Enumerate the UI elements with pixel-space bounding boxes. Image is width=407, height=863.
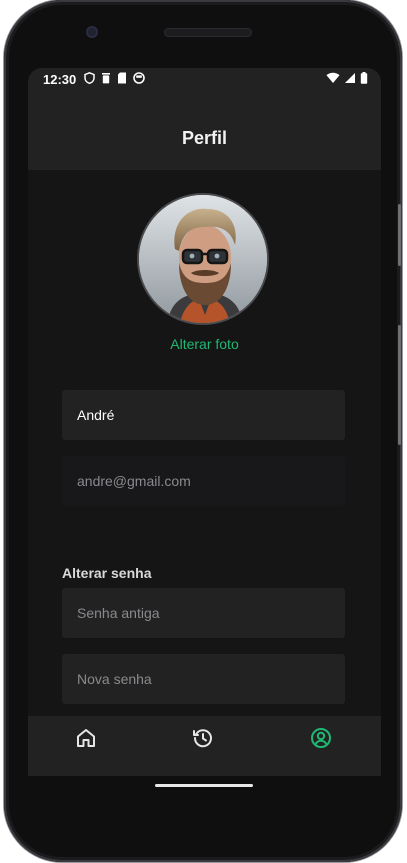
name-field[interactable]: André (62, 390, 345, 440)
bottom-navigation (28, 716, 381, 776)
avatar[interactable] (137, 193, 269, 325)
old-password-field[interactable]: Senha antiga (62, 588, 345, 638)
email-field[interactable]: andre@gmail.com (62, 456, 345, 506)
shield-icon (84, 71, 95, 85)
nav-history[interactable] (191, 726, 215, 750)
status-system-icons (326, 72, 368, 84)
new-password-field[interactable]: Nova senha (62, 654, 345, 704)
change-photo-link[interactable]: Alterar foto (28, 336, 381, 352)
page-title: Perfil (181, 128, 228, 148)
profile-icon (311, 728, 331, 748)
app-notification-icon (133, 72, 145, 84)
earpiece-speaker (164, 28, 252, 37)
status-bar: 12:30 (28, 68, 381, 90)
change-password-label: Alterar senha (62, 565, 152, 581)
status-time: 12:30 (43, 72, 77, 87)
power-button (398, 204, 401, 266)
history-icon (193, 729, 212, 748)
front-camera (86, 26, 98, 38)
volume-button (398, 325, 401, 445)
trash-icon (101, 72, 111, 84)
profile-photo (139, 195, 267, 323)
status-notification-icons (84, 71, 145, 85)
gesture-home-indicator[interactable] (155, 784, 253, 787)
home-icon (77, 729, 95, 747)
cell-signal-icon (344, 72, 356, 84)
app-screen: 12:30 Perfil Alterar foto André andre@gm… (28, 68, 381, 776)
sd-card-icon (117, 72, 127, 84)
wifi-icon (326, 72, 340, 84)
battery-icon (360, 72, 368, 84)
nav-profile[interactable] (309, 726, 333, 750)
nav-home[interactable] (74, 726, 98, 750)
app-bar: Perfil (28, 90, 381, 170)
